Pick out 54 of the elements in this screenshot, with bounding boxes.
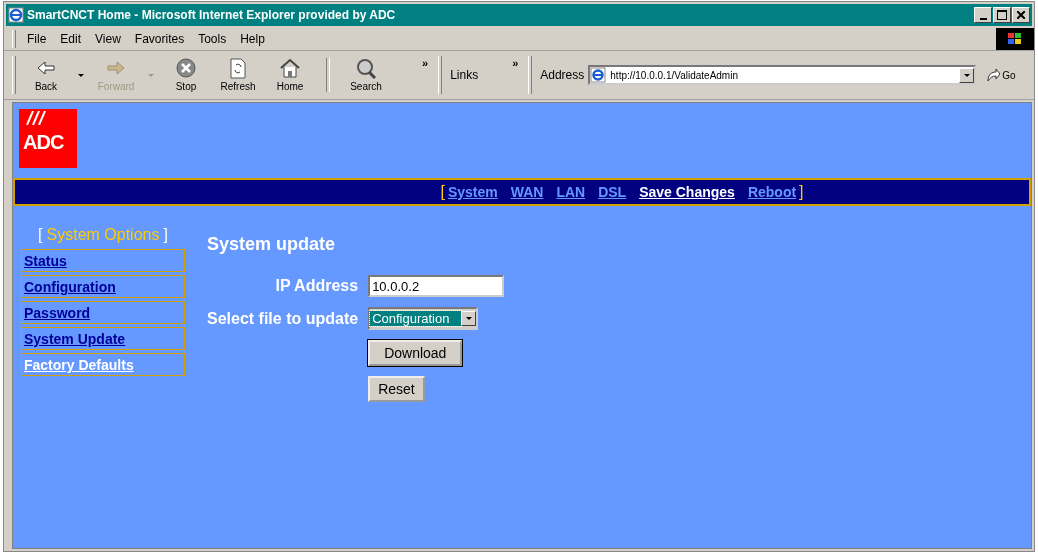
file-select[interactable]: Configuration xyxy=(368,307,479,330)
toolbar-button[interactable]: Home xyxy=(264,58,316,92)
go-button[interactable]: Go xyxy=(986,68,1016,82)
sidebar-item[interactable]: System Update xyxy=(21,327,185,350)
menu-item[interactable]: Edit xyxy=(53,32,89,46)
menu-item[interactable]: View xyxy=(88,32,128,46)
bracket: [ xyxy=(38,226,43,244)
sidebar-item[interactable]: Password xyxy=(21,301,185,324)
slash-marks-icon xyxy=(23,111,47,125)
home-icon xyxy=(278,58,302,79)
search-icon xyxy=(354,58,378,79)
page-heading: System update xyxy=(207,234,337,255)
close-button[interactable] xyxy=(1012,7,1030,23)
chevron-button[interactable]: » xyxy=(422,57,429,69)
address-label: Address xyxy=(540,68,585,82)
field-label: IP Address xyxy=(274,277,359,295)
field-label: Select file to update xyxy=(207,309,359,328)
go-arrow-icon xyxy=(986,68,1001,82)
toolbar-button[interactable]: Refresh xyxy=(212,58,264,92)
menu-item[interactable]: Favorites xyxy=(127,32,192,46)
address-field[interactable]: http://10.0.0.1/ValidateAdmin xyxy=(588,65,977,85)
nav-link[interactable]: DSL xyxy=(598,184,627,200)
menu-item[interactable]: Help xyxy=(233,32,272,46)
menu-item[interactable]: Tools xyxy=(191,32,234,46)
bracket: ] xyxy=(163,226,168,244)
browser-icon xyxy=(8,7,24,23)
sidebar-title: System Options xyxy=(46,226,160,244)
bracket: ] xyxy=(799,183,804,201)
maximize-button[interactable] xyxy=(993,7,1011,23)
minimize-button[interactable] xyxy=(974,7,992,23)
sidebar-item[interactable]: Status xyxy=(21,249,185,272)
ip-address-field[interactable]: 10.0.0.2 xyxy=(368,275,505,297)
form-button[interactable]: Download xyxy=(368,340,463,366)
dropdown-button[interactable] xyxy=(959,67,975,83)
links-label[interactable]: Links xyxy=(450,68,479,82)
toolbar-button[interactable]: Search xyxy=(340,58,392,92)
chevron-button[interactable]: » xyxy=(512,57,519,69)
nav-link[interactable]: WAN xyxy=(510,184,544,200)
toolbar-button[interactable]: Stop xyxy=(160,58,212,92)
nav-link[interactable]: System xyxy=(447,184,498,200)
stop-icon xyxy=(174,58,198,79)
nav-link[interactable]: LAN xyxy=(556,184,586,200)
close-icon xyxy=(1017,11,1025,19)
window-title: SmartCNCT Home - Microsoft Internet Explorer provided by ADC xyxy=(27,8,397,22)
page-icon xyxy=(590,67,607,83)
toolbar-button[interactable]: Back xyxy=(20,58,72,92)
nav-link[interactable]: Reboot xyxy=(747,184,797,200)
bracket: [ xyxy=(440,183,445,201)
form-button[interactable]: Reset xyxy=(368,376,425,402)
nav-link[interactable]: Save Changes xyxy=(639,184,735,200)
windows-flag-icon xyxy=(1007,32,1023,46)
logo: ADC xyxy=(19,109,77,168)
menu-item[interactable]: File xyxy=(20,32,54,46)
sidebar-item[interactable]: Configuration xyxy=(21,275,185,298)
